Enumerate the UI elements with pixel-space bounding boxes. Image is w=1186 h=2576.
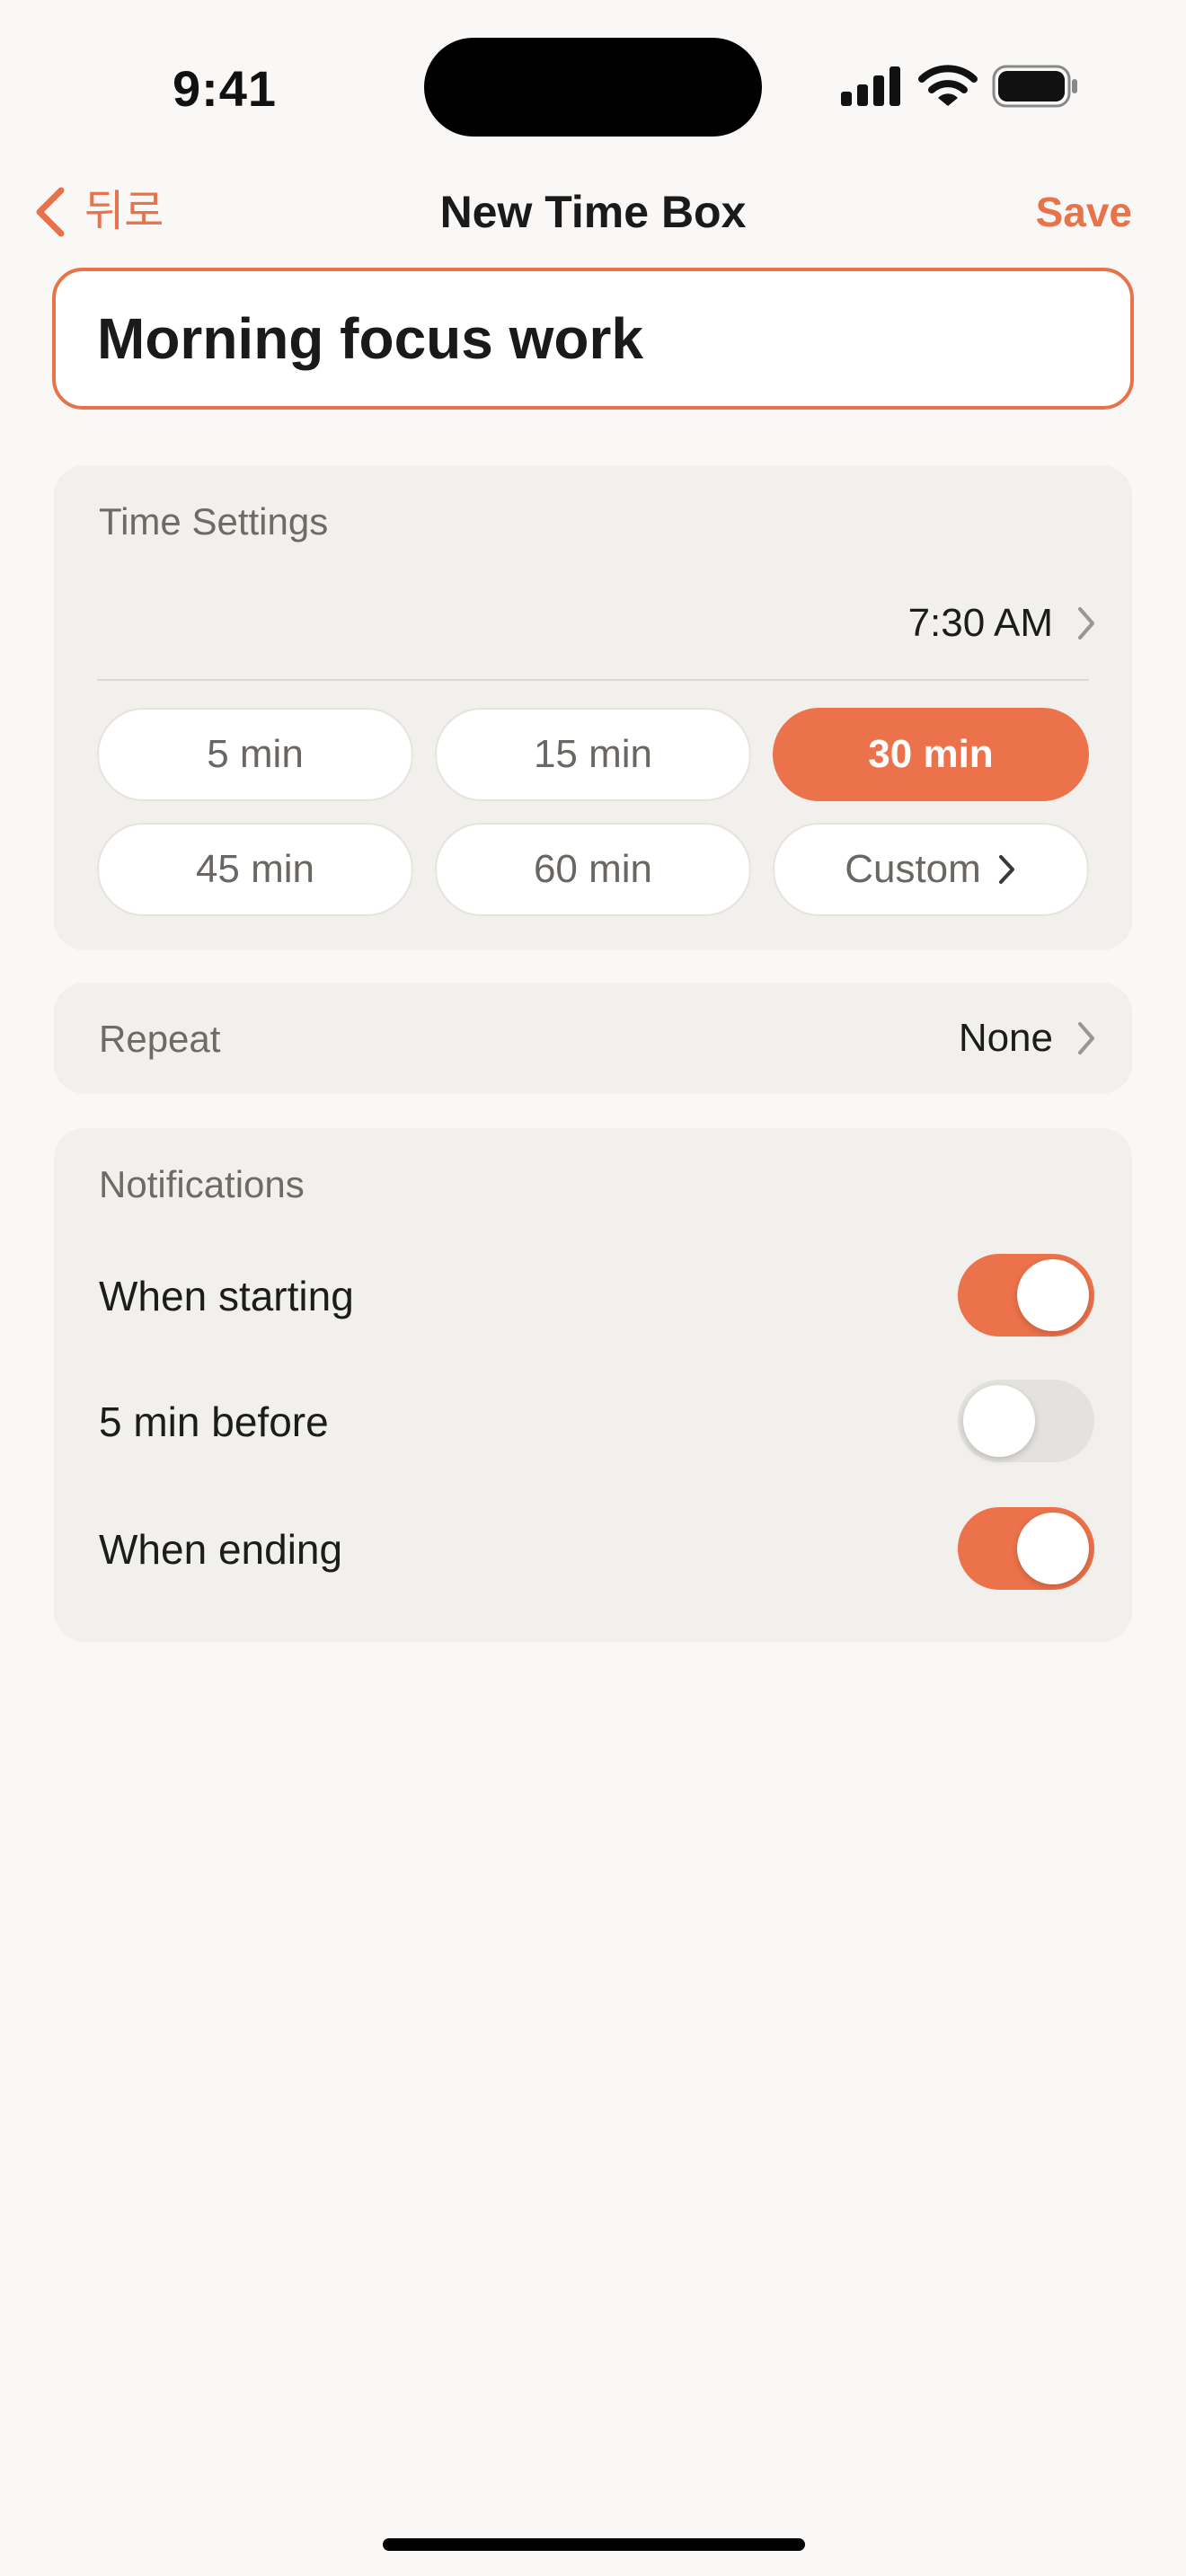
toggle-knob <box>1017 1513 1089 1584</box>
chevron-left-icon <box>36 187 65 237</box>
wifi-icon <box>918 65 978 106</box>
status-time: 9:41 <box>172 59 278 117</box>
time-settings-label: Time Settings <box>99 500 329 543</box>
start-time-picker[interactable]: 7:30 AM <box>809 591 1096 656</box>
battery-icon <box>992 65 1077 108</box>
home-indicator <box>383 2538 805 2551</box>
chevron-right-icon <box>1078 607 1094 640</box>
repeat-label: Repeat <box>99 1018 221 1060</box>
repeat-value: None <box>958 1016 1053 1060</box>
notification-when-ending-toggle[interactable] <box>958 1507 1094 1590</box>
notification-when-starting-label: When starting <box>99 1273 354 1319</box>
notification-when-starting-toggle[interactable] <box>958 1254 1094 1337</box>
duration-custom-button[interactable]: Custom <box>773 823 1089 916</box>
notification-when-ending-label: When ending <box>99 1526 343 1573</box>
divider <box>97 679 1089 681</box>
chevron-right-icon <box>998 855 1014 884</box>
duration-5-min[interactable]: 5 min <box>97 708 413 801</box>
toggle-knob <box>1017 1259 1089 1331</box>
toggle-knob <box>963 1385 1035 1457</box>
duration-30-min[interactable]: 30 min <box>773 708 1089 801</box>
start-time-value: 7:30 AM <box>907 601 1053 645</box>
duration-60-min[interactable]: 60 min <box>435 823 751 916</box>
notification-5-min-before-toggle[interactable] <box>958 1380 1094 1462</box>
custom-label: Custom <box>845 847 981 891</box>
page-title: New Time Box <box>439 187 747 237</box>
repeat-picker[interactable]: None <box>863 1006 1096 1071</box>
notifications-label: Notifications <box>99 1163 305 1205</box>
duration-15-min[interactable]: 15 min <box>435 708 751 801</box>
notification-5-min-before-label: 5 min before <box>99 1398 329 1445</box>
dynamic-island <box>424 38 762 137</box>
chevron-right-icon <box>1078 1022 1094 1054</box>
back-button[interactable]: 뒤로 <box>32 176 194 248</box>
duration-45-min[interactable]: 45 min <box>97 823 413 916</box>
timebox-title-input[interactable] <box>52 268 1134 410</box>
signal-icon <box>841 66 900 106</box>
back-label: 뒤로 <box>84 188 164 235</box>
save-button[interactable]: Save <box>997 176 1132 248</box>
